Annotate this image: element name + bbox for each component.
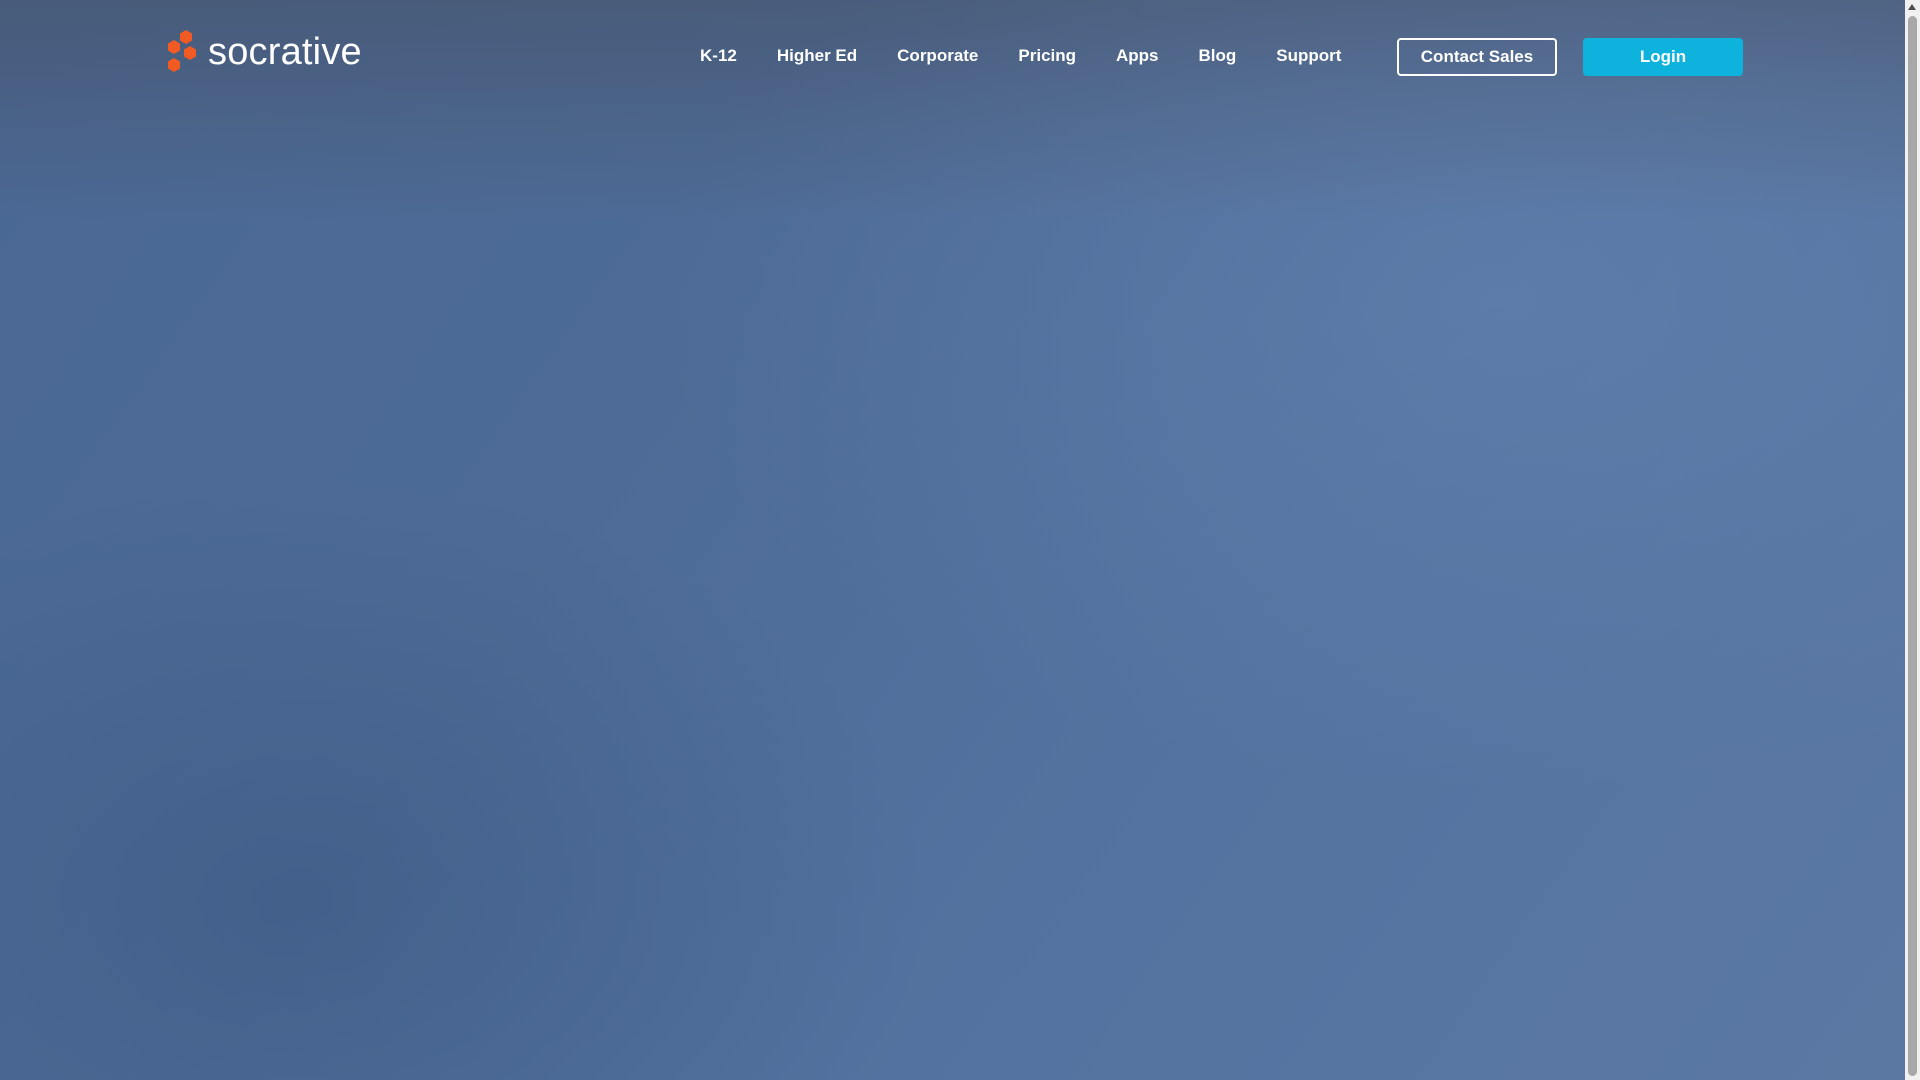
nav-link-pricing[interactable]: Pricing [1018,46,1076,66]
login-button[interactable]: Login [1583,38,1743,76]
main-nav: K-12 Higher Ed Corporate Pricing Apps Bl… [700,38,1341,74]
nav-link-blog[interactable]: Blog [1199,46,1237,66]
nav-link-corporate[interactable]: Corporate [897,46,978,66]
nav-link-apps[interactable]: Apps [1116,46,1159,66]
scrollbar-thumb[interactable] [1908,16,1917,1076]
brand-name: socrative [208,31,362,73]
logo-link[interactable]: socrative [162,28,362,76]
nav-link-support[interactable]: Support [1276,46,1341,66]
vertical-scrollbar[interactable] [1905,0,1920,1080]
nav-link-higher-ed[interactable]: Higher Ed [777,46,857,66]
site-header: socrative K-12 Higher Ed Corporate Prici… [0,0,1905,112]
hexagon-cluster-logo-icon [168,30,196,72]
page-background: socrative K-12 Higher Ed Corporate Prici… [0,0,1905,1080]
nav-link-k12[interactable]: K-12 [700,46,737,66]
chevron-up-icon[interactable] [1908,4,1916,10]
contact-sales-button[interactable]: Contact Sales [1397,38,1557,76]
